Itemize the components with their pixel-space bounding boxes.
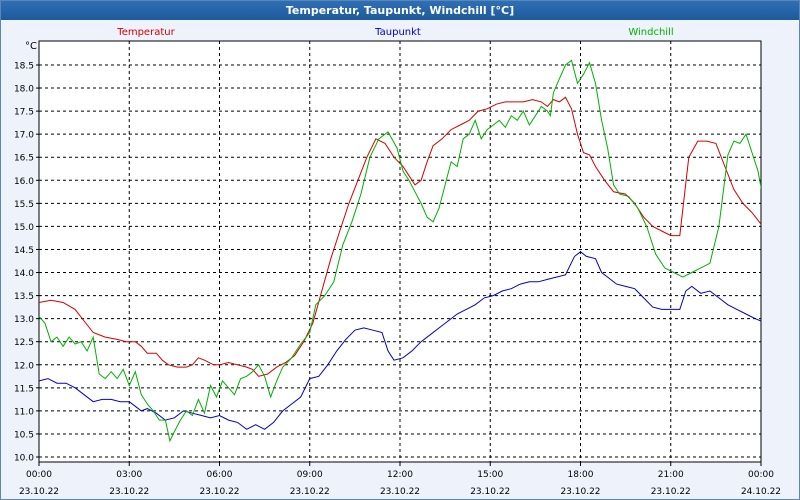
chart-svg: 10.0 10.5 11.0 11.5 12.0 12.5 13.0 13.5 14.0 14.5… xyxy=(14,27,781,497)
y-tick-label: 11.5 xyxy=(14,384,34,394)
x-tick-date-label: 23.10.22 xyxy=(19,487,59,497)
y-tick-label: 16.0 xyxy=(14,177,34,187)
x-tick-time-label: 12:00 xyxy=(387,470,413,480)
y-tick-label: 12.0 xyxy=(14,361,34,371)
x-tick-time-label: 03:00 xyxy=(116,470,142,480)
y-tick-label: 10.5 xyxy=(14,430,34,440)
y-tick-label: 14.0 xyxy=(14,269,34,279)
x-tick-time-label: 15:00 xyxy=(477,470,503,480)
y-tick-label: 18.5 xyxy=(14,62,34,72)
legend-windchill: Windchill xyxy=(628,27,673,38)
x-tick-date-label: 23.10.22 xyxy=(199,487,239,497)
legend: Temperatur Taupunkt Windchill xyxy=(116,27,673,38)
y-tick-label: 14.5 xyxy=(14,246,34,256)
x-tick-date-label: 23.10.22 xyxy=(651,487,691,497)
y-tick-label: 13.5 xyxy=(14,292,34,302)
y-tick-label: 15.5 xyxy=(14,200,34,210)
y-tick-label: 17.0 xyxy=(14,131,34,141)
x-tick-date-label: 23.10.22 xyxy=(560,487,600,497)
x-tick-date-label: 23.10.22 xyxy=(470,487,510,497)
y-tick-label: 13.0 xyxy=(14,315,34,325)
x-tick-date-label: 23.10.22 xyxy=(290,487,330,497)
legend-taupunkt: Taupunkt xyxy=(374,27,421,38)
y-tick-label: 10.0 xyxy=(14,454,34,464)
x-tick-time-label: 00:00 xyxy=(748,470,774,480)
y-tick-label: 12.5 xyxy=(14,338,34,348)
chart-window: Temperatur, Taupunkt, Windchill [°C] 10.… xyxy=(0,0,800,500)
x-tick-time-label: 00:00 xyxy=(26,470,52,480)
x-tick-date-label: 23.10.22 xyxy=(380,487,420,497)
y-tick-label: 16.5 xyxy=(14,154,34,164)
x-tick-time-label: 06:00 xyxy=(207,470,233,480)
x-tick-date-label: 23.10.22 xyxy=(109,487,149,497)
y-tick-label: 11.0 xyxy=(14,407,34,417)
x-tick-time-label: 21:00 xyxy=(658,470,684,480)
x-tick-time-label: 09:00 xyxy=(297,470,323,480)
y-tick-label: 17.5 xyxy=(14,108,34,118)
x-axis-ticks: 00:00 23.10.22 03:00 23.10.22 06:00 23.10.22 0… xyxy=(19,462,781,497)
legend-temperatur: Temperatur xyxy=(116,27,175,38)
x-tick-time-label: 18:00 xyxy=(568,470,594,480)
y-axis-ticks: 10.0 10.5 11.0 11.5 12.0 12.5 13.0 13.5 14.0 14.5… xyxy=(14,62,39,464)
y-tick-label: 15.0 xyxy=(14,223,34,233)
x-tick-date-label: 24.10.22 xyxy=(741,487,781,497)
y-unit-label: °C xyxy=(25,41,37,52)
y-tick-label: 18.0 xyxy=(14,85,34,95)
